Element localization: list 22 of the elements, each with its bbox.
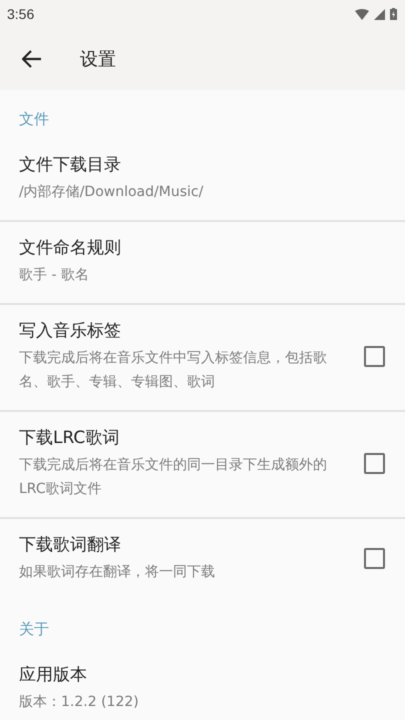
setting-summary: 下载完成后将在音乐文件的同一目录下生成额外的LRC歌词文件 bbox=[19, 456, 328, 499]
setting-title[interactable]: 写入音乐标签 bbox=[19, 319, 344, 342]
battery-icon bbox=[390, 8, 397, 20]
checkbox[interactable] bbox=[364, 453, 385, 474]
screen-title: 设置 bbox=[80, 48, 116, 71]
setting-summary: /内部存储/Download/Music/ bbox=[19, 183, 204, 202]
section-header: 文件 bbox=[18, 109, 50, 130]
setting-summary: 如果歌词存在翻译，将一同下载 bbox=[19, 563, 216, 582]
setting-summary: 版本：1.2.2 (122) bbox=[19, 693, 140, 712]
checkbox[interactable] bbox=[364, 346, 385, 367]
setting-title[interactable]: 文件命名规则 bbox=[19, 236, 386, 259]
section-header: 关于 bbox=[18, 619, 50, 640]
status-time: 3:56 bbox=[7, 6, 34, 22]
setting-title[interactable]: 下载LRC歌词 bbox=[19, 426, 344, 449]
setting-summary: 下载完成后将在音乐文件中写入标签信息，包括歌名、歌手、专辑、专辑图、歌词 bbox=[19, 349, 328, 392]
wifi-icon bbox=[355, 8, 369, 20]
signal-icon bbox=[374, 8, 385, 20]
setting-title[interactable]: 文件下载目录 bbox=[19, 153, 386, 176]
checkbox[interactable] bbox=[364, 548, 385, 569]
setting-title[interactable]: 下载歌词翻译 bbox=[19, 533, 344, 556]
setting-title[interactable]: 应用版本 bbox=[19, 663, 386, 686]
setting-summary: 歌手 - 歌名 bbox=[19, 266, 90, 285]
